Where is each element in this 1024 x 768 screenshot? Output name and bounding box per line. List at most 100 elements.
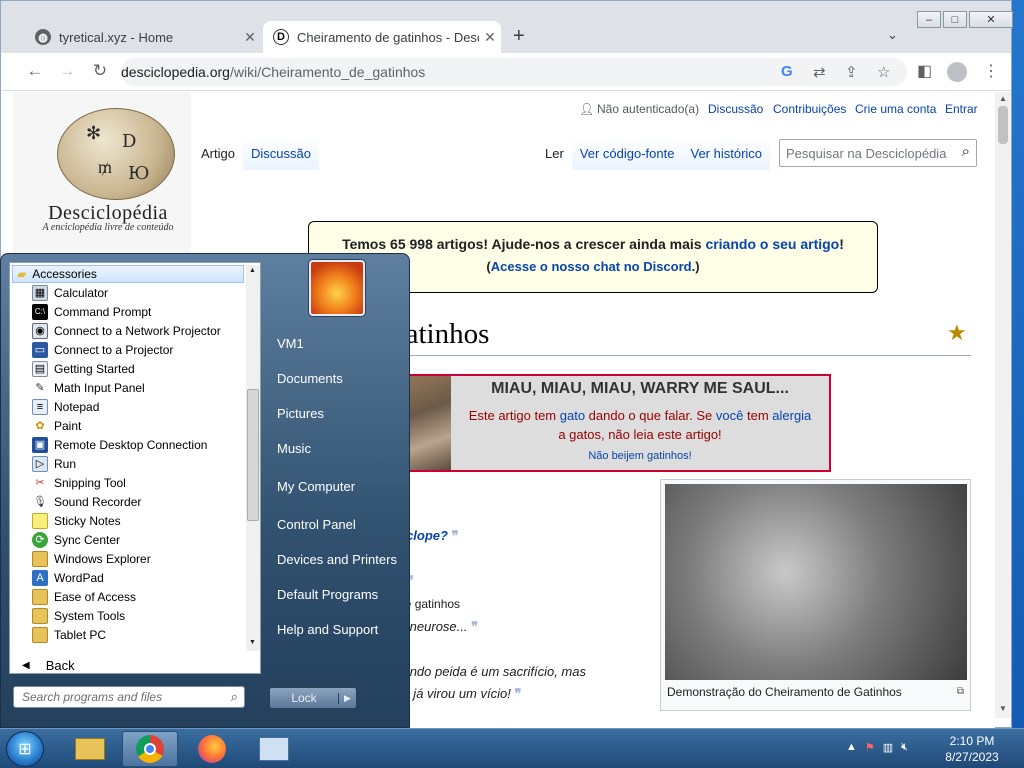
- desciclopedia-logo[interactable]: ✻ D ₥ Ю: [57, 108, 175, 200]
- start-item-music[interactable]: Music: [277, 441, 311, 456]
- menu-item-command-prompt[interactable]: C:\ Command Prompt: [32, 302, 151, 321]
- start-item-vm1[interactable]: VM1: [277, 336, 304, 351]
- close-window-icon[interactable]: ✕: [969, 11, 1013, 28]
- side-panel-icon[interactable]: ◧: [917, 61, 932, 81]
- wiki-search-input[interactable]: Pesquisar na Desciclopédia ⌕: [779, 139, 977, 167]
- taskbar-explorer-button[interactable]: [62, 731, 118, 767]
- menu-item-wordpad[interactable]: A WordPad: [32, 568, 104, 587]
- search-icon[interactable]: ⌕: [231, 689, 238, 705]
- tab-article[interactable]: Artigo: [193, 138, 243, 170]
- volume-muted-icon[interactable]: 🔇︎: [901, 741, 908, 754]
- tab-discussion[interactable]: Discussão: [242, 138, 319, 170]
- menu-item-ease-of-access[interactable]: Ease of Access: [32, 587, 136, 606]
- user-talk-link[interactable]: Discussão: [708, 102, 763, 116]
- url-host: desciclopedia.org: [121, 64, 230, 80]
- start-item-documents[interactable]: Documents: [277, 371, 343, 386]
- lock-button[interactable]: Lock ▶: [269, 687, 357, 709]
- menu-item-windows-explorer[interactable]: Windows Explorer: [32, 549, 151, 568]
- start-item-my-computer[interactable]: My Computer: [277, 479, 355, 494]
- shutdown-options-arrow-icon[interactable]: ▶: [338, 692, 356, 704]
- back-button[interactable]: ◀ Back: [18, 655, 254, 675]
- menu-item-run[interactable]: ▷ Run: [32, 454, 76, 473]
- scroll-up-icon[interactable]: ▲: [249, 267, 256, 274]
- menu-item-system-tools[interactable]: System Tools: [32, 606, 125, 625]
- close-tab-icon[interactable]: ✕: [239, 29, 261, 46]
- menu-item-label: Remote Desktop Connection: [54, 437, 208, 452]
- search-placeholder: Search programs and files: [22, 690, 163, 704]
- menu-item-sticky-notes[interactable]: Sticky Notes: [32, 511, 121, 530]
- login-link[interactable]: Entrar: [945, 102, 978, 116]
- tab-tyretical[interactable]: ◍ tyretical.xyz - Home ✕: [25, 21, 261, 53]
- menu-item-network-projector[interactable]: ◉ Connect to a Network Projector: [32, 321, 221, 340]
- menu-item-math-input[interactable]: ✎ Math Input Panel: [32, 378, 144, 397]
- menu-item-remote-desktop[interactable]: ▣ Remote Desktop Connection: [32, 435, 207, 454]
- scroll-up-icon[interactable]: ▲: [999, 94, 1007, 103]
- taskbar-firefox-button[interactable]: [184, 731, 240, 767]
- scroll-down-icon[interactable]: ▼: [249, 639, 256, 646]
- google-icon[interactable]: G: [781, 63, 793, 80]
- network-icon[interactable]: ▥: [883, 741, 893, 754]
- show-hidden-icons-icon[interactable]: ▲: [846, 741, 857, 754]
- profile-avatar-icon[interactable]: [947, 62, 967, 87]
- start-search-input[interactable]: Search programs and files ⌕: [13, 686, 245, 708]
- discord-link[interactable]: Acesse o nosso chat no Discord: [491, 259, 692, 274]
- forward-arrow-icon[interactable]: →: [55, 61, 79, 81]
- menu-item-sound-recorder[interactable]: 🎙︎ Sound Recorder: [32, 492, 141, 511]
- scroll-down-icon[interactable]: ▼: [999, 704, 1007, 713]
- accessories-folder[interactable]: ▰ Accessories: [12, 265, 244, 283]
- tab-history[interactable]: Ver histórico: [682, 138, 771, 170]
- menu-item-paint[interactable]: ✿ Paint: [32, 416, 81, 435]
- menu-item-tablet-pc[interactable]: Tablet PC: [32, 625, 106, 644]
- page-scrollbar[interactable]: ▲ ▼: [995, 92, 1011, 718]
- menu-item-getting-started[interactable]: ▤ Getting Started: [32, 359, 135, 378]
- enlarge-icon[interactable]: ⧉: [957, 686, 964, 697]
- tab-desciclopedia[interactable]: D Cheiramento de gatinhos - Desciclopédi…: [263, 21, 501, 53]
- taskbar-chrome-button[interactable]: [122, 731, 178, 767]
- share-icon[interactable]: ⇪: [845, 63, 858, 81]
- minimize-icon[interactable]: –: [917, 11, 941, 28]
- start-item-devices-printers[interactable]: Devices and Printers: [277, 552, 397, 567]
- figure-image[interactable]: [665, 484, 967, 680]
- search-icon[interactable]: ⌕: [962, 143, 970, 160]
- new-tab-icon[interactable]: +: [513, 25, 525, 48]
- clock[interactable]: 2:10 PM 8/27/2023: [930, 733, 1014, 765]
- translate-icon[interactable]: ⇄: [813, 63, 826, 81]
- paint-icon: ✿: [35, 420, 45, 432]
- scroll-thumb[interactable]: [247, 389, 259, 521]
- alergia-link[interactable]: alergia: [772, 408, 811, 423]
- menu-item-notepad[interactable]: ≡ Notepad: [32, 397, 99, 416]
- start-orb-icon[interactable]: ⊞: [6, 731, 44, 767]
- user-picture[interactable]: [309, 260, 365, 316]
- taskbar-control-panel-button[interactable]: [246, 731, 302, 767]
- gato-link[interactable]: gato: [560, 408, 585, 423]
- start-item-pictures[interactable]: Pictures: [277, 406, 324, 421]
- quote-line: quando peida é um sacrifício, mas: [388, 663, 586, 679]
- menu-item-sync-center[interactable]: ⟳ Sync Center: [32, 530, 120, 549]
- folder-icon: [32, 550, 48, 567]
- contributions-link[interactable]: Contribuições: [773, 102, 846, 116]
- voce-link[interactable]: você: [716, 408, 743, 423]
- back-arrow-icon[interactable]: ←: [23, 61, 47, 81]
- menu-item-snipping-tool[interactable]: ✂ Snipping Tool: [32, 473, 125, 492]
- close-tab-icon[interactable]: ✕: [479, 29, 501, 46]
- start-item-default-programs[interactable]: Default Programs: [277, 587, 378, 602]
- reload-icon[interactable]: ↻: [88, 61, 112, 81]
- menu-item-calculator[interactable]: ▦ Calculator: [32, 283, 108, 302]
- tab-view-source[interactable]: Ver código-fonte: [571, 138, 683, 170]
- menu-kebab-icon[interactable]: ⋮: [983, 61, 999, 81]
- tab-strip: ◍ tyretical.xyz - Home ✕ D Cheiramento d…: [1, 1, 1013, 53]
- maximize-icon[interactable]: □: [943, 11, 967, 28]
- start-item-help-support[interactable]: Help and Support: [277, 622, 378, 637]
- action-center-icon[interactable]: ⚑: [865, 741, 875, 754]
- create-account-link[interactable]: Crie uma conta: [855, 102, 936, 116]
- programs-scrollbar[interactable]: ▲ ▼: [246, 265, 260, 651]
- bookmark-star-icon[interactable]: ☆: [877, 63, 890, 81]
- address-bar[interactable]: 🔒︎ desciclopedia.org/wiki/Cheiramento_de…: [121, 58, 907, 513]
- tab-read[interactable]: Ler: [537, 138, 572, 170]
- banner-footer-link[interactable]: Não beijem gatinhos!: [451, 450, 829, 462]
- tab-search-chevron-icon[interactable]: ⌄: [887, 27, 898, 43]
- create-article-link[interactable]: criando o seu artigo: [705, 236, 839, 252]
- scroll-thumb[interactable]: [998, 106, 1008, 144]
- menu-item-projector[interactable]: ▭ Connect to a Projector: [32, 340, 173, 359]
- start-item-control-panel[interactable]: Control Panel: [277, 517, 356, 532]
